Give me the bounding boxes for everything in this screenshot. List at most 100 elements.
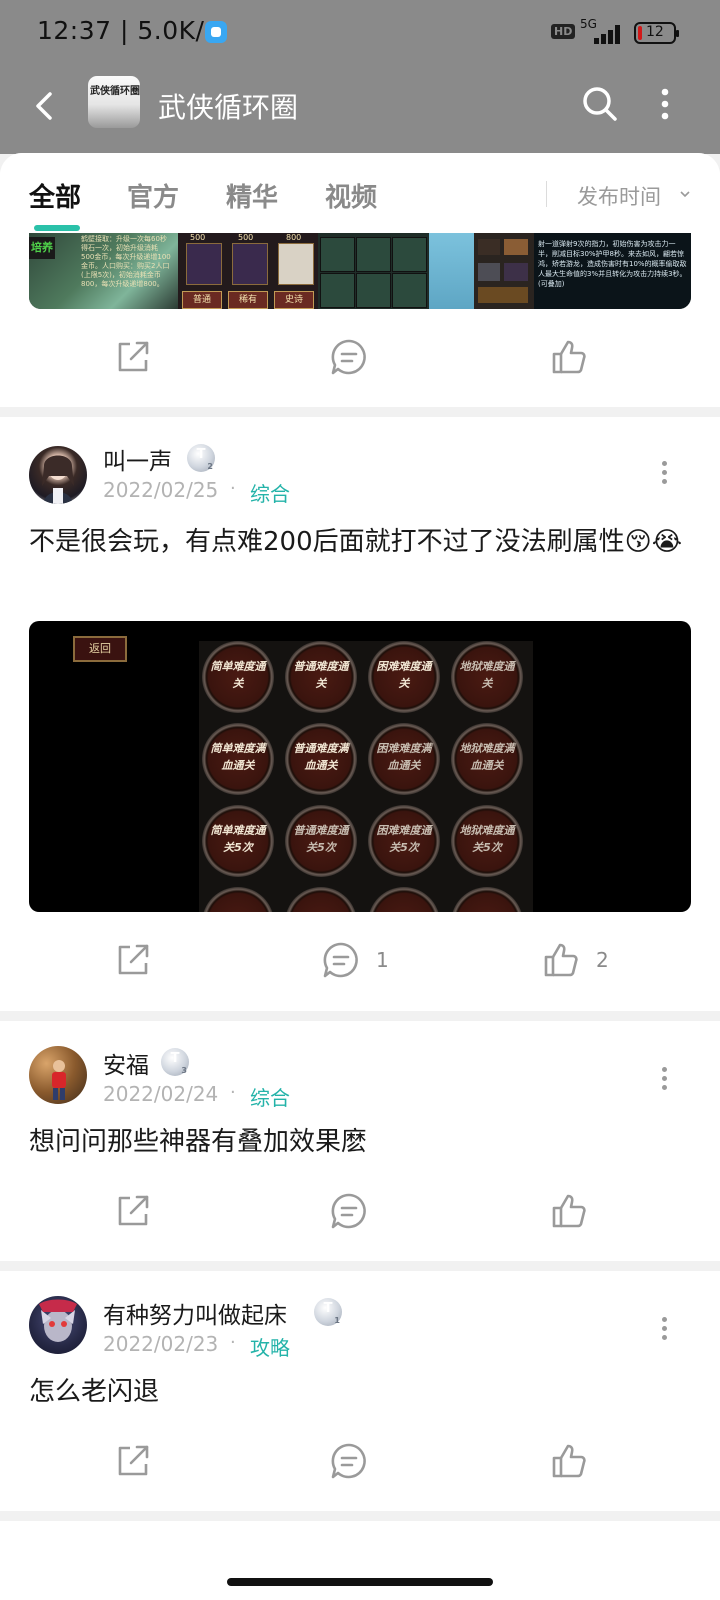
feed-top-card: 全部 官方 精华 视频 发布时间 培养 鹤壁接取：升级一次每60秒得石一次，初始… — [0, 153, 720, 407]
post-actions — [0, 1181, 720, 1241]
post-image[interactable]: 返回 简单难度通关 普通难度通关 困难难度通关 地狱难度通关 简单难度满血通关 … — [29, 621, 691, 912]
recruit-button: 稀有 — [228, 291, 268, 309]
comment-button[interactable] — [330, 327, 384, 387]
post-content[interactable]: 不是很会玩，有点难200后面就打不过了没法刷属性😚😭 — [29, 523, 691, 561]
achievement-badge: 普通难度满血通关 — [285, 723, 357, 795]
chevron-down-icon[interactable] — [679, 189, 691, 199]
level-medal-icon: T2 — [187, 444, 215, 472]
post-card[interactable] — [0, 1521, 720, 1600]
achievement-badge: 简单难度满血通关 — [202, 723, 274, 795]
share-button[interactable] — [114, 1431, 152, 1491]
share-icon — [118, 1445, 149, 1476]
achievement-badge: 普通难度通关 — [285, 641, 357, 713]
avatar[interactable] — [29, 1296, 87, 1354]
achievement-badge — [202, 887, 274, 912]
share-icon — [118, 341, 149, 372]
achievement-badge: 简单难度通关5次 — [202, 805, 274, 877]
image-panel-items — [474, 233, 534, 309]
recruit-button: 普通 — [182, 291, 222, 309]
battery-icon: 12 — [634, 22, 679, 44]
like-button[interactable] — [550, 1181, 604, 1241]
post-card[interactable]: 有种努力叫做起床 T1 2022/02/23 · 攻略 怎么老闪退 — [0, 1271, 720, 1511]
character-figure — [232, 243, 268, 285]
separator-dot: · — [230, 1082, 236, 1103]
tab-bar: 全部 官方 精华 视频 发布时间 — [0, 153, 720, 231]
character-figure — [278, 243, 314, 285]
battery-level: 12 — [646, 24, 664, 40]
level-medal-icon: T1 — [314, 1298, 342, 1326]
cost-label: 500 — [238, 233, 254, 242]
post-more-icon[interactable] — [662, 1317, 668, 1341]
status-time: 12:37 | 5.0K/s — [37, 16, 218, 45]
post-card[interactable]: 叫一声 T2 2022/02/25 · 综合 不是很会玩，有点难200后面就打不… — [0, 417, 720, 1011]
achievement-badge — [285, 887, 357, 912]
post-more-icon[interactable] — [662, 461, 668, 485]
post-more-icon[interactable] — [662, 1067, 668, 1091]
separator-dot: · — [230, 478, 236, 499]
tab-all[interactable]: 全部 — [29, 177, 81, 214]
game-achievement-panel: 简单难度通关 普通难度通关 困难难度通关 地狱难度通关 简单难度满血通关 普通难… — [199, 641, 533, 912]
username[interactable]: 安福 — [103, 1046, 149, 1080]
tab-featured[interactable]: 精华 — [226, 177, 278, 214]
share-icon — [118, 1195, 149, 1226]
image-panel-grid — [318, 233, 429, 309]
share-button[interactable] — [114, 930, 152, 990]
image-panel-skill-text: 射一道弹射9次的指力，初始伤害为攻击力一半，削减目标30%护甲8秒。来去如风，翩… — [534, 233, 691, 309]
achievement-badge: 困难难度通关 — [368, 641, 440, 713]
avatar[interactable] — [29, 446, 87, 504]
username[interactable]: 有种努力叫做起床 — [103, 1296, 287, 1330]
comment-button[interactable] — [330, 1431, 384, 1491]
post-image[interactable]: 培养 鹤壁接取：升级一次每60秒得石一次，初始升级消耗500金币，每次升级递增1… — [29, 233, 691, 309]
more-options-icon[interactable] — [650, 82, 680, 126]
post-category-tag[interactable]: 攻略 — [250, 1332, 290, 1361]
share-button[interactable] — [114, 327, 152, 387]
level-medal-icon: T3 — [161, 1048, 189, 1076]
comment-button[interactable] — [330, 1181, 384, 1241]
image-panel-cultivate: 培养 鹤壁接取：升级一次每60秒得石一次，初始升级消耗500金币，每次升级递增1… — [29, 233, 178, 309]
comment-icon — [331, 339, 366, 375]
tab-active-indicator — [34, 225, 80, 231]
image-text-right: 射一道弹射9次的指力，初始伤害为攻击力一半，削减目标30%护甲8秒。来去如风，翩… — [538, 240, 687, 288]
like-button[interactable] — [550, 327, 604, 387]
game-return-label: 返回 — [73, 636, 127, 662]
avatar[interactable] — [29, 1046, 87, 1104]
like-button[interactable]: 2 — [542, 930, 609, 990]
tab-video[interactable]: 视频 — [325, 177, 377, 214]
post-category-tag[interactable]: 综合 — [250, 1082, 290, 1111]
achievement-badge: 简单难度通关 — [202, 641, 274, 713]
achievement-badge: 地狱难度通关5次 — [451, 805, 523, 877]
search-icon[interactable] — [578, 82, 622, 126]
post-card[interactable]: 安福 T3 2022/02/24 · 综合 想问问那些神器有叠加效果麽 — [0, 1021, 720, 1261]
username[interactable]: 叫一声 — [103, 442, 172, 476]
share-button[interactable] — [114, 1181, 152, 1241]
post-date: 2022/02/25 — [103, 478, 219, 502]
post-content[interactable]: 想问问那些神器有叠加效果麽 — [29, 1123, 691, 1161]
tab-official[interactable]: 官方 — [127, 177, 179, 214]
separator-dot: · — [230, 1332, 236, 1353]
achievement-badge: 地狱难度通关 — [451, 641, 523, 713]
cost-label: 500 — [190, 233, 206, 242]
page-title: 武侠循环圈 — [158, 91, 299, 124]
like-button[interactable] — [550, 1431, 604, 1491]
post-content[interactable]: 怎么老闪退 — [29, 1373, 691, 1411]
comment-count: 1 — [376, 948, 389, 972]
post-actions — [0, 327, 720, 387]
notification-icon — [205, 21, 227, 43]
achievement-badge: 地狱难度满血通关 — [451, 723, 523, 795]
tab-divider — [546, 181, 547, 207]
comment-button[interactable]: 1 — [322, 930, 389, 990]
character-figure — [186, 243, 222, 285]
home-indicator[interactable] — [227, 1578, 493, 1586]
comment-icon — [323, 942, 358, 978]
post-category-tag[interactable]: 综合 — [250, 478, 290, 507]
post-date: 2022/02/23 — [103, 1332, 219, 1356]
back-arrow-icon[interactable] — [26, 86, 66, 126]
circle-logo[interactable]: 武侠循环圈 — [88, 76, 140, 128]
recruit-button: 史诗 — [274, 291, 314, 309]
achievement-badge: 困难难度通关5次 — [368, 805, 440, 877]
achievement-badge: 困难难度满血通关 — [368, 723, 440, 795]
like-count: 2 — [596, 948, 609, 972]
thumbs-up-icon — [552, 1194, 586, 1228]
sort-dropdown[interactable]: 发布时间 — [577, 181, 661, 211]
app-header: 武侠循环圈 武侠循环圈 — [0, 66, 720, 154]
